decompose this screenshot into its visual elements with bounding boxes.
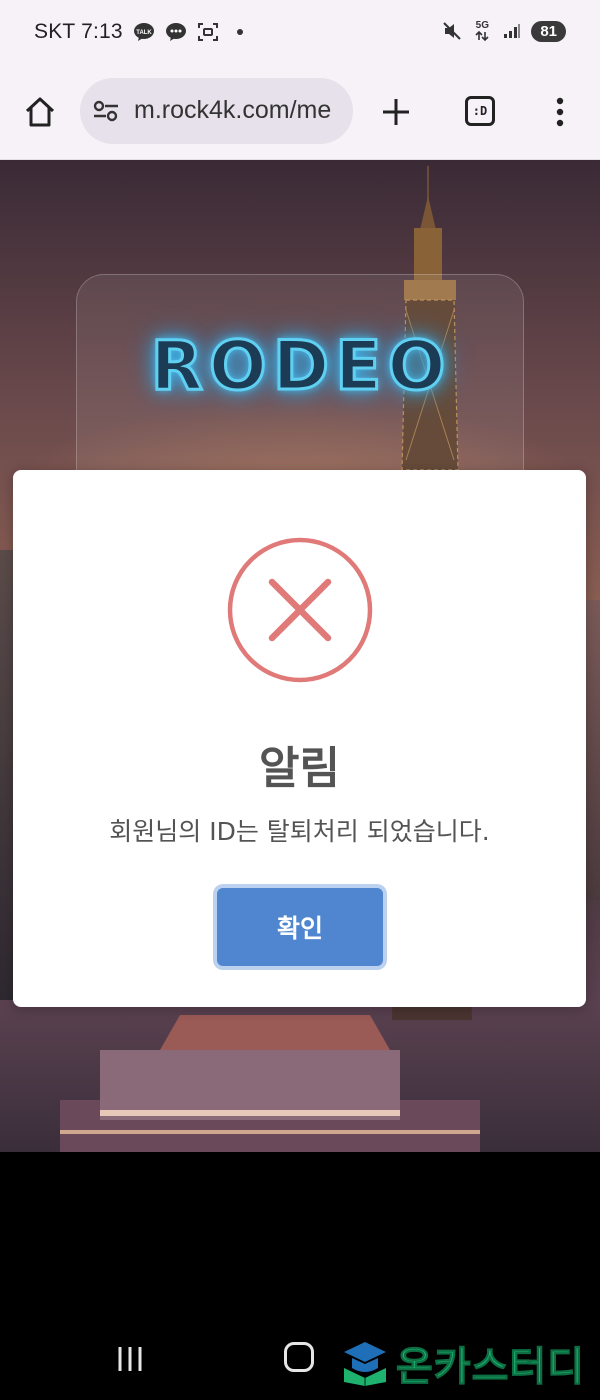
alert-dialog: 알림 회원님의 ID는 탈퇴처리 되었습니다. 확인 — [13, 470, 586, 1007]
more-menu-button[interactable] — [548, 94, 572, 130]
watermark-logo-icon — [344, 1342, 386, 1386]
tabs-icon: :D — [472, 104, 488, 118]
right-building-image — [584, 600, 600, 900]
signal-icon — [501, 20, 523, 42]
plus-icon — [383, 99, 409, 125]
confirm-button[interactable]: 확인 — [217, 888, 383, 966]
more-vert-icon — [556, 97, 564, 127]
error-x-icon — [227, 537, 373, 683]
mute-icon — [441, 20, 463, 42]
watermark: 온카스터디 — [340, 1334, 585, 1392]
carrier-label: SKT 7:13 — [34, 20, 123, 43]
network-label: 5G — [475, 20, 489, 31]
rodeo-logo: RODEO — [149, 326, 452, 408]
browser-toolbar: m.rock4k.com/me :D — [0, 68, 600, 160]
recents-icon[interactable] — [116, 1344, 146, 1374]
tabs-button[interactable]: :D — [465, 96, 495, 126]
status-left: SKT 7:13 TALK — [34, 20, 251, 44]
data-arrows-icon: 5G — [471, 20, 493, 42]
watermark-text: 온카스터디 — [396, 1344, 585, 1391]
dialog-message: 회원님의 ID는 탈퇴처리 되었습니다. — [109, 817, 490, 846]
home-button[interactable] — [20, 92, 60, 132]
screenshot-icon — [197, 21, 219, 43]
home-icon — [25, 97, 55, 127]
talk-icon: TALK — [133, 21, 155, 43]
palace-image — [60, 1015, 480, 1152]
svg-text:TALK: TALK — [136, 30, 152, 36]
chat-icon — [165, 21, 187, 43]
nav-home-icon[interactable] — [284, 1342, 314, 1372]
site-settings-icon[interactable] — [92, 99, 120, 123]
dialog-title: 알림 — [259, 743, 340, 794]
battery-badge: 81 — [531, 20, 566, 42]
status-bar: SKT 7:13 TALK 5G 81 — [0, 0, 600, 68]
system-nav-bar: 온카스터디 — [0, 1152, 600, 1400]
status-right: 5G 81 — [441, 20, 566, 42]
address-bar[interactable]: m.rock4k.com/me — [80, 78, 353, 144]
dot-icon — [229, 21, 251, 43]
url-text[interactable]: m.rock4k.com/me — [134, 96, 331, 125]
new-tab-button[interactable] — [378, 94, 414, 130]
